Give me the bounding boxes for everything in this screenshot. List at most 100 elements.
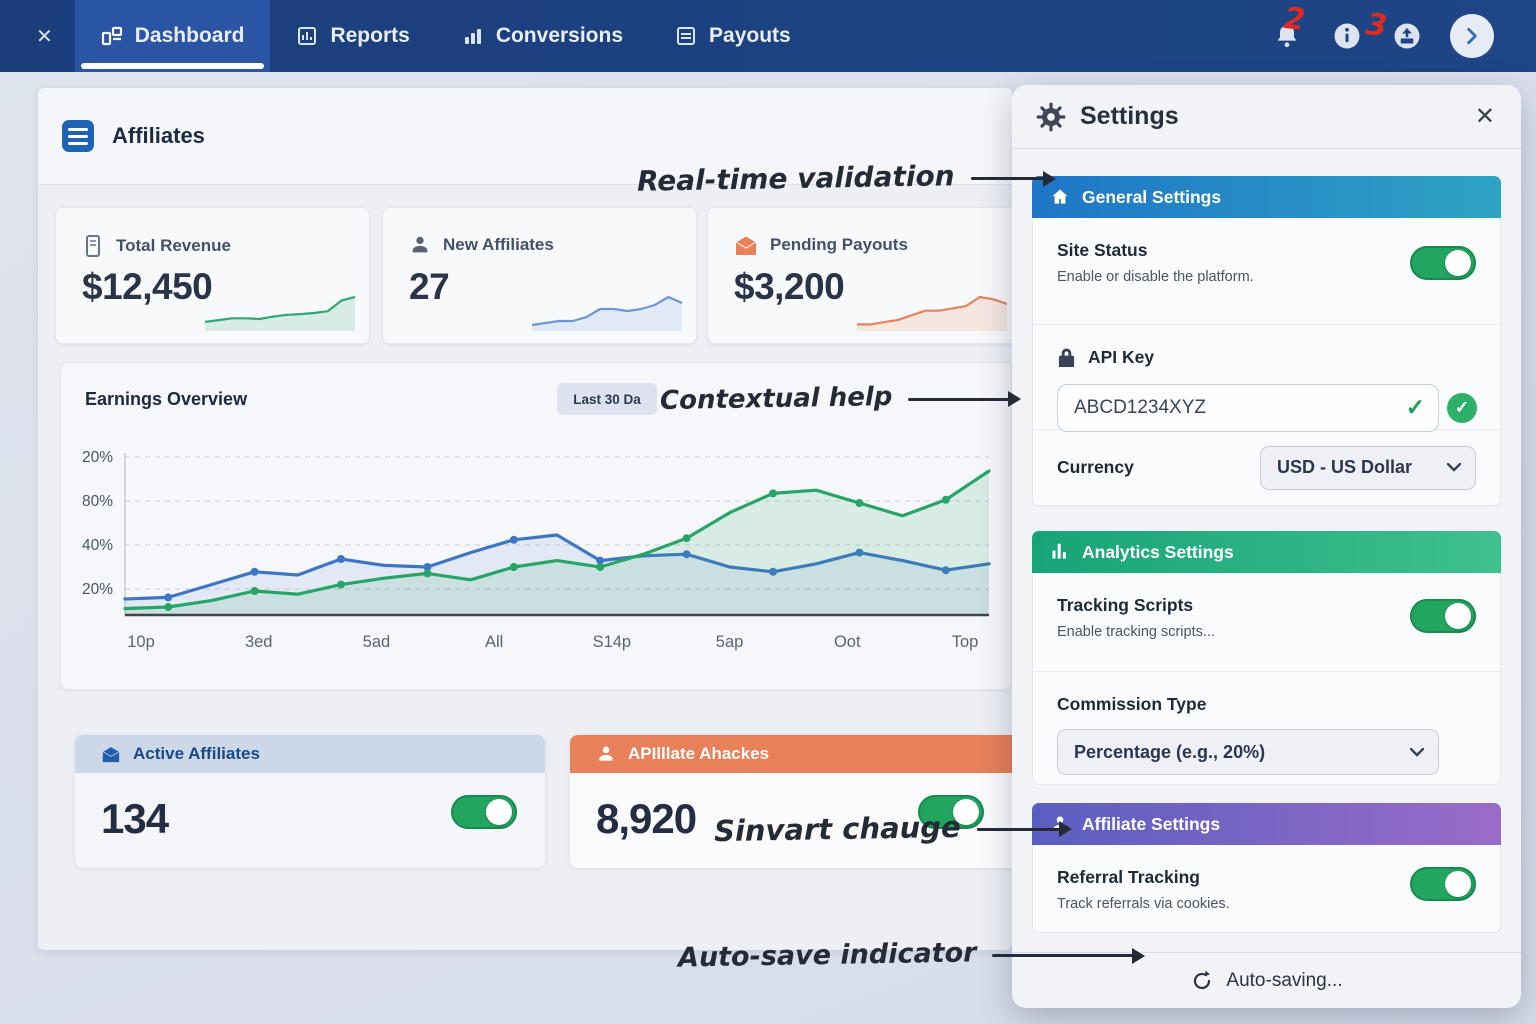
payouts-sparkline [857,289,1007,333]
stat-label: Pending Payouts [770,235,908,255]
stat-label: Total Revenue [116,236,231,256]
referral-tracking-toggle[interactable] [1410,867,1476,901]
stat-card-new-affiliates: New Affiliates 27 [382,207,697,344]
upload-icon[interactable] [1390,19,1424,53]
tab-label: Dashboard [135,24,245,48]
svg-text:Oot: Oot [834,633,861,651]
stat-label: New Affiliates [443,235,554,255]
section-title: Analytics Settings [1082,542,1234,563]
card-title: Active Affiliates [133,744,260,764]
commission-type-select[interactable]: Percentage (e.g., 20%) [1057,729,1439,775]
affiliate-hackes-card: APIlllate Ahackes 8,920 [570,735,1020,868]
chevron-right-icon [1463,27,1481,45]
svg-text:Top: Top [952,633,979,651]
annotation-realtime-validation: Real-time validation [637,162,1053,195]
annotation-smart-change: Sinvart chauge [714,812,1069,846]
commission-type-label: Commission Type [1057,694,1476,715]
settings-close-button[interactable]: ✕ [1475,102,1495,131]
tab-reports[interactable]: Reports [270,0,435,72]
tracking-scripts-toggle[interactable] [1410,599,1476,633]
conversions-icon [462,25,484,47]
analytics-settings-header: Analytics Settings [1032,531,1501,573]
referral-tracking-row: Referral Tracking Track referrals via co… [1033,845,1500,932]
commission-type-row: Commission Type Percentage (e.g., 20%) [1033,672,1500,784]
tab-dashboard[interactable]: Dashboard [75,0,271,72]
stat-card-total-revenue: Total Revenue $12,450 [55,207,370,344]
currency-value: USD - US Dollar [1277,457,1412,478]
svg-text:3ed: 3ed [245,633,273,651]
section-title: Affiliate Settings [1082,814,1220,835]
analytics-icon [1050,542,1070,562]
earnings-chart: 20% 80% 40% 20% 10p 3ed 5ad All S14p 5ap Oot Top [67,439,1007,679]
svg-text:40%: 40% [82,537,113,554]
bell-badge: 2 [1282,1,1306,38]
envelope-icon [101,745,121,763]
user-icon [409,234,431,256]
api-key-label: API Key [1088,347,1154,368]
analytics-settings-section: Analytics Settings Tracking Scripts Enab… [1032,531,1501,785]
referral-tracking-desc: Track referrals via cookies. [1057,896,1476,912]
annotation-autosave-indicator: Auto-save indicator [678,940,1142,971]
svg-text:10p: 10p [127,633,155,651]
api-key-input[interactable] [1057,384,1439,432]
autosave-spinner-icon [1190,969,1214,993]
stat-card-pending-payouts: Pending Payouts $3,200 [707,207,1022,344]
card-value: 134 [101,795,168,843]
general-settings-section: General Settings Site Status Enable or d… [1032,176,1501,506]
lock-icon [1057,347,1076,368]
annotation-contextual-help: Contextual help [660,384,1018,414]
app-root: ✕ Dashboard Reports Conversions Payouts [0,0,1536,1024]
panel-expand-button[interactable] [1450,14,1494,58]
tab-label: Conversions [496,24,623,48]
dashboard-icon [101,25,123,47]
currency-label: Currency [1057,457,1134,478]
envelope-icon [734,234,758,256]
page-title: Affiliates [112,123,205,149]
active-affiliates-toggle[interactable] [451,795,517,829]
gear-icon [1036,102,1066,132]
reports-icon [296,25,318,47]
svg-text:5ap: 5ap [716,633,744,651]
svg-text:All: All [485,633,503,651]
currency-select[interactable]: USD - US Dollar [1260,446,1476,490]
tab-label: Reports [330,24,409,48]
chevron-down-icon [1447,463,1461,472]
tab-payouts[interactable]: Payouts [649,0,817,72]
nav-close-button[interactable]: ✕ [36,24,53,49]
tab-label: Payouts [709,24,791,48]
affiliate-settings-header: Affiliate Settings [1032,803,1501,845]
home-icon [1050,187,1070,207]
affiliate-settings-section: Affiliate Settings Referral Tracking Tra… [1032,803,1501,933]
affiliates-sparkline [532,289,682,333]
card-value: 8,920 [596,795,696,843]
validation-check-icon: ✓ [1406,394,1425,421]
affiliates-list-icon [62,120,94,152]
info-badge: 3 [1364,7,1388,44]
svg-text:S14p: S14p [593,633,632,651]
banknote-icon [82,234,104,258]
stat-value: 27 [409,266,449,308]
section-title: General Settings [1082,187,1221,208]
svg-text:20%: 20% [82,581,113,598]
user-icon [596,744,616,764]
date-range-button[interactable]: Last 30 Da [557,383,657,415]
validation-badge-icon: ✓ [1447,393,1477,423]
settings-header: Settings ✕ [1012,85,1521,149]
earnings-title: Earnings Overview [85,389,247,410]
site-status-toggle[interactable] [1410,246,1476,280]
svg-text:20%: 20% [82,449,113,466]
stat-value: $12,450 [82,266,212,308]
card-title: APIlllate Ahackes [628,744,769,764]
info-icon[interactable] [1330,19,1364,53]
tab-conversions[interactable]: Conversions [436,0,649,72]
nav-actions [1270,14,1536,58]
api-key-row: API Key ✓ ✓ [1033,325,1500,430]
payouts-icon [675,25,697,47]
general-settings-header: General Settings [1032,176,1501,218]
svg-text:80%: 80% [82,493,113,510]
svg-text:5ad: 5ad [363,633,391,651]
site-status-row: Site Status Enable or disable the platfo… [1033,218,1500,325]
commission-type-value: Percentage (e.g., 20%) [1074,742,1265,763]
settings-title: Settings [1080,102,1179,131]
revenue-sparkline [205,289,355,333]
